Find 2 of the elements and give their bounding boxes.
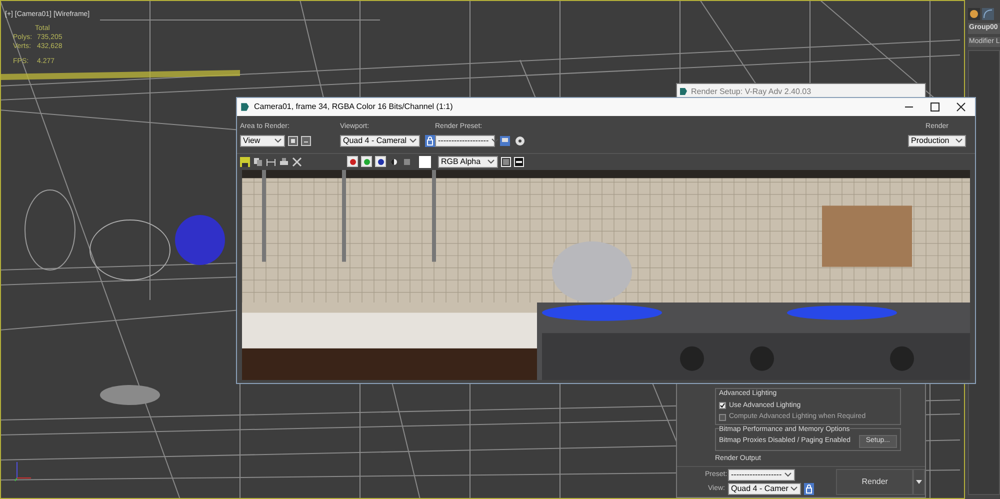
sphere-icon[interactable] [968,8,980,20]
curve-icon[interactable] [982,8,994,20]
